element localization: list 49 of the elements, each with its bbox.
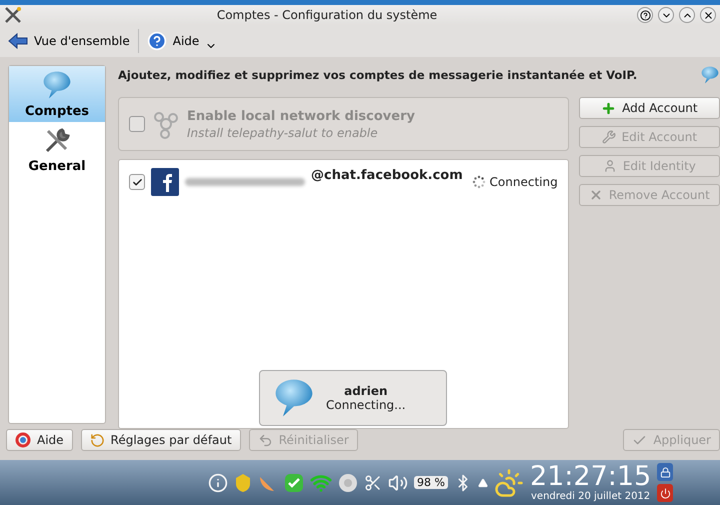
checkmark-icon	[132, 176, 142, 188]
discovery-title: Enable local network discovery	[187, 108, 415, 124]
close-button[interactable]	[700, 7, 716, 23]
account-status: Connecting	[490, 175, 558, 189]
lifebuoy-icon	[15, 432, 31, 448]
defaults-button[interactable]: Réglages par défaut	[80, 429, 241, 451]
expand-tray-icon[interactable]	[478, 478, 488, 488]
loading-spinner-icon	[472, 175, 486, 189]
badge-icon[interactable]	[234, 472, 252, 492]
undo-icon	[258, 432, 273, 448]
reset-arrow-icon	[90, 432, 105, 448]
weather-icon[interactable]	[494, 468, 524, 498]
notification-title: adrien	[344, 384, 388, 398]
add-account-button[interactable]: Add Account	[578, 97, 720, 119]
clock[interactable]: 21:27:15 vendredi 20 juillet 2012	[530, 463, 652, 502]
volume-icon[interactable]	[388, 472, 408, 492]
help-button[interactable]: Aide	[6, 429, 73, 451]
facebook-logo-icon	[151, 168, 179, 196]
help-window-button[interactable]	[637, 7, 653, 23]
speech-bubble-icon	[700, 65, 720, 85]
battery-level[interactable]: 98 %	[414, 476, 448, 489]
person-icon	[602, 159, 617, 173]
info-icon[interactable]	[208, 472, 228, 492]
overview-button[interactable]: Vue d'ensemble	[6, 31, 132, 51]
account-checkbox[interactable]	[129, 174, 145, 190]
maximize-button[interactable]	[679, 7, 695, 23]
page-description: Ajoutez, modifiez et supprimez vos comptes de messagerie instantanée et VoIP.	[118, 68, 638, 82]
x-icon	[588, 188, 603, 202]
minimize-button[interactable]	[658, 7, 674, 23]
network-icon	[151, 109, 181, 139]
speech-bubble-icon	[41, 69, 73, 101]
back-arrow-icon	[8, 33, 28, 49]
power-button[interactable]	[657, 484, 674, 502]
lock-button[interactable]	[657, 463, 674, 481]
help-icon	[640, 10, 650, 20]
tools-app-icon	[4, 6, 22, 24]
wrench-icon	[602, 130, 616, 144]
notification-message: Connecting...	[326, 398, 406, 412]
help-menu-button[interactable]: Aide	[144, 28, 220, 54]
scissors-icon[interactable]	[364, 474, 382, 492]
account-address: @chat.facebook.com	[311, 168, 463, 182]
window-title: Comptes - Configuration du système	[216, 8, 438, 22]
help-icon	[146, 31, 167, 51]
discovery-hint: Install telepathy-salut to enable	[187, 126, 379, 140]
plus-icon	[601, 100, 616, 116]
sidebar-item[interactable]: General	[9, 122, 105, 178]
shield-check-icon[interactable]	[284, 472, 304, 492]
close-icon	[702, 10, 714, 20]
sidebar-item[interactable]: Comptes	[9, 66, 105, 122]
